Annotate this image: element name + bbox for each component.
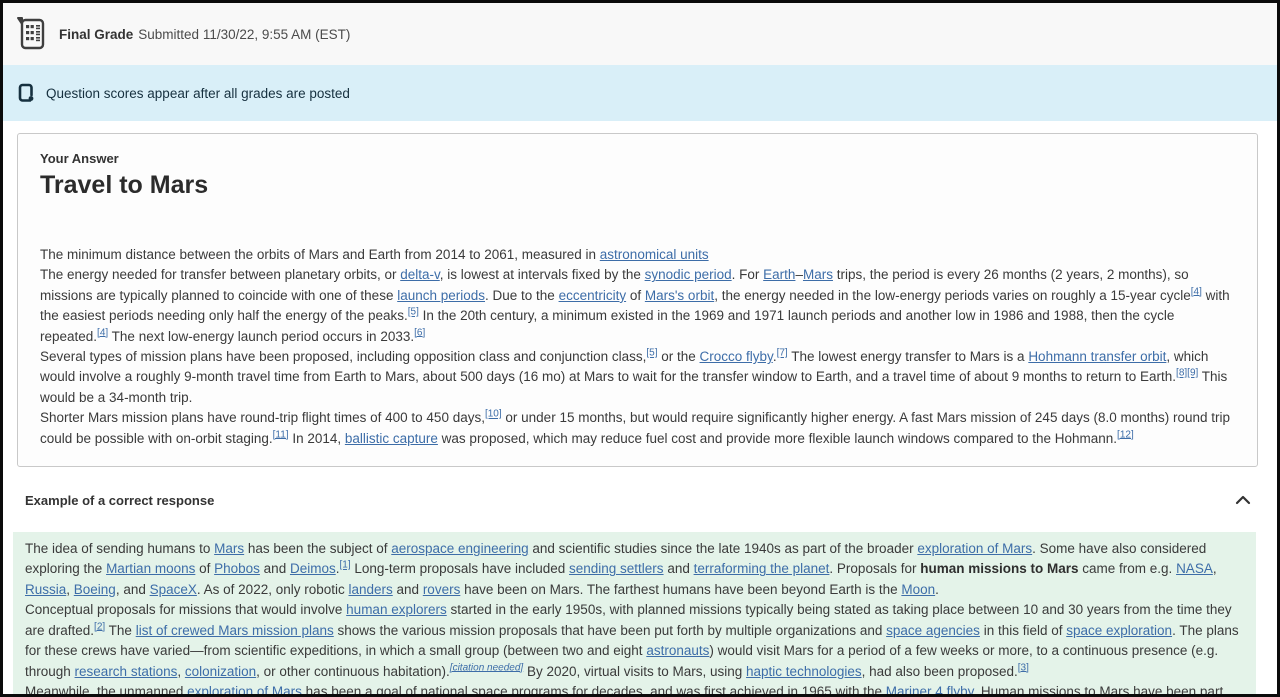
citation-ref-link[interactable]: [1] <box>339 560 350 571</box>
wiki-link[interactable]: Crocco flyby <box>700 349 773 364</box>
wiki-link[interactable]: SpaceX <box>150 582 197 597</box>
wiki-link[interactable]: ballistic capture <box>345 431 438 446</box>
wiki-link[interactable]: Boeing <box>74 582 116 597</box>
citation-ref-link[interactable]: [5] <box>646 348 657 359</box>
citation-sup: [5] <box>408 307 419 318</box>
citation-ref-link[interactable]: [10] <box>485 409 502 420</box>
citation-sup: [12] <box>1117 429 1134 440</box>
wiki-link[interactable]: research stations <box>75 664 178 679</box>
citation-sup: [11] <box>273 429 289 440</box>
submitted-timestamp: Submitted 11/30/22, 9:55 AM (EST) <box>138 26 351 42</box>
wiki-link[interactable]: aerospace engineering <box>391 541 528 556</box>
wiki-link[interactable]: Russia <box>25 582 66 597</box>
chevron-up-icon <box>1235 495 1251 505</box>
answer-label: Your Answer <box>40 151 119 166</box>
example-response-panel: The idea of sending humans to Mars has b… <box>13 532 1256 697</box>
example-header: Example of a correct response <box>3 485 1277 515</box>
citation-ref-link[interactable]: [citation needed] <box>450 662 523 673</box>
citation-sup: [1] <box>339 560 350 571</box>
answer-card: Your Answer Travel to Mars The minimum d… <box>17 133 1258 468</box>
wiki-link[interactable]: Martian moons <box>106 561 195 576</box>
citation-sup: [4] <box>97 327 108 338</box>
wiki-link[interactable]: Mars <box>803 267 833 282</box>
collapse-button[interactable] <box>1231 491 1255 509</box>
final-grade-header: Final Grade Submitted 11/30/22, 9:55 AM (… <box>3 3 1277 65</box>
document-posted-icon <box>18 83 35 103</box>
bold-text: human missions to Mars <box>920 561 1079 577</box>
info-banner: Question scores appear after all grades … <box>3 65 1277 121</box>
banner-message: Question scores appear after all grades … <box>46 85 350 101</box>
paragraph: Conceptual proposals for missions that w… <box>25 602 1239 679</box>
citation-ref-link[interactable]: [12] <box>1117 429 1134 440</box>
example-label: Example of a correct response <box>25 492 215 508</box>
wiki-link[interactable]: haptic technologies <box>746 664 862 679</box>
grade-result-page: Final Grade Submitted 11/30/22, 9:55 AM (… <box>0 0 1280 697</box>
citation-sup: [4] <box>1191 286 1202 297</box>
wiki-link[interactable]: terraforming the planet <box>694 561 830 576</box>
citation-ref-link[interactable]: [6] <box>414 327 425 338</box>
citation-sup: [3] <box>1018 662 1029 673</box>
wiki-link[interactable]: exploration of Mars <box>917 541 1032 556</box>
wiki-link[interactable]: astronauts <box>646 643 709 658</box>
citation-sup: [7] <box>777 348 788 359</box>
paragraph: The energy needed for transfer between p… <box>40 267 1230 344</box>
wiki-link[interactable]: Mars's orbit <box>645 288 714 303</box>
answer-title: Travel to Mars <box>40 171 209 199</box>
rubric-grade-icon <box>15 15 47 53</box>
wiki-link[interactable]: Phobos <box>214 561 260 576</box>
citation-sup: [2] <box>94 621 105 632</box>
wiki-link[interactable]: Mariner 4 flyby <box>886 684 974 694</box>
wiki-link[interactable]: synodic period <box>645 267 732 282</box>
answer-body: The minimum distance between the orbits … <box>40 245 1235 449</box>
citation-ref-link[interactable]: [11] <box>273 429 289 440</box>
citation-ref-link[interactable]: [8][9] <box>1176 368 1198 379</box>
wiki-link[interactable]: human explorers <box>346 602 447 617</box>
wiki-link[interactable]: astronomical units <box>600 247 709 262</box>
citation-ref-link[interactable]: [7] <box>777 348 788 359</box>
wiki-link[interactable]: space agencies <box>886 623 980 638</box>
final-grade-title: Final Grade <box>59 26 134 42</box>
citation-ref-link[interactable]: [4] <box>97 327 108 338</box>
paragraph: The minimum distance between the orbits … <box>40 247 709 262</box>
wiki-link[interactable]: Earth <box>763 267 795 282</box>
citation-ref-link[interactable]: [3] <box>1018 662 1029 673</box>
wiki-link[interactable]: eccentricity <box>559 288 627 303</box>
citation-ref-link[interactable]: [5] <box>408 307 419 318</box>
wiki-link[interactable]: Moon <box>901 582 935 597</box>
paragraph: Meanwhile, the unmanned exploration of M… <box>25 683 1224 697</box>
paragraph: Shorter Mars mission plans have round-tr… <box>40 408 1231 446</box>
wiki-link[interactable]: sending settlers <box>569 561 664 576</box>
paragraph: The idea of sending humans to Mars has b… <box>25 541 1217 597</box>
citation-ref-link[interactable]: [4] <box>1191 286 1202 297</box>
wiki-link[interactable]: colonization <box>185 664 256 679</box>
wiki-link[interactable]: space exploration <box>1066 623 1172 638</box>
wiki-link[interactable]: launch periods <box>397 288 485 303</box>
wiki-link[interactable]: Hohmann transfer orbit <box>1028 349 1166 364</box>
citation-ref-link[interactable]: [2] <box>94 621 105 632</box>
citation-sup: [8][9] <box>1176 368 1198 379</box>
wiki-link[interactable]: delta-v <box>400 267 440 282</box>
wiki-link[interactable]: landers <box>349 582 393 597</box>
citation-sup: [5] <box>646 348 657 359</box>
wiki-link[interactable]: list of crewed Mars mission plans <box>136 623 334 638</box>
wiki-link[interactable]: NASA <box>1176 561 1213 576</box>
citation-sup: [10] <box>485 409 502 420</box>
wiki-link[interactable]: rovers <box>423 582 461 597</box>
citation-sup: [citation needed] <box>450 662 523 673</box>
wiki-link[interactable]: Deimos <box>290 561 336 576</box>
wiki-link[interactable]: exploration of Mars <box>187 684 302 694</box>
wiki-link[interactable]: Mars <box>214 541 244 556</box>
citation-sup: [6] <box>414 327 425 338</box>
final-grade-status: Final Grade Submitted 11/30/22, 9:55 AM (… <box>59 27 350 42</box>
paragraph: Several types of mission plans have been… <box>40 347 1228 405</box>
